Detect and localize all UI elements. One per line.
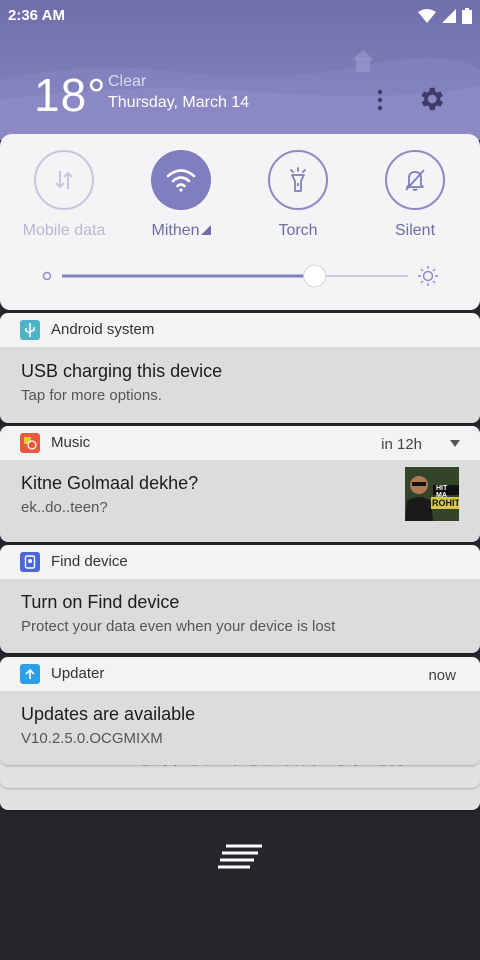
wifi-icon	[166, 169, 196, 192]
usb-icon	[20, 320, 40, 340]
notification-text: Protect your data even when your device …	[21, 618, 336, 635]
tile-silent-label: Silent	[394, 222, 436, 239]
notification-header: Music in 12h	[0, 426, 480, 460]
notification-find-device[interactable]: Find device Turn on Find device Protect …	[0, 545, 480, 653]
notification-time: now	[428, 667, 456, 684]
tile-wifi-ssid: Mithen	[151, 222, 200, 239]
flashlight-icon	[290, 167, 306, 192]
brightness-high-icon	[418, 266, 438, 286]
tile-silent-button[interactable]	[385, 150, 445, 210]
tile-torch[interactable]: Torch	[243, 150, 353, 240]
expand-icon[interactable]	[450, 440, 460, 447]
signal-icon	[442, 9, 456, 23]
tile-wifi-label[interactable]: Mithen	[126, 222, 236, 240]
weather-temperature[interactable]: 18°	[34, 68, 107, 122]
mobile-data-icon	[55, 171, 73, 189]
find-device-icon	[20, 552, 40, 572]
notification-title: Updates are available	[21, 704, 196, 724]
more-vertical-icon[interactable]	[372, 88, 388, 112]
notification-text: V10.2.5.0.OCGMIXM	[21, 730, 163, 747]
tile-wifi[interactable]: Mithen	[126, 150, 236, 240]
notification-app-name: Updater	[51, 665, 105, 682]
tile-wifi-button[interactable]	[151, 150, 211, 210]
notification-text: Tap for more options.	[21, 387, 162, 404]
brightness-thumb[interactable]	[303, 264, 327, 288]
battery-icon	[462, 8, 472, 24]
notification-android-system[interactable]: Android system USB charging this device …	[0, 313, 480, 423]
notification-app-name: Music	[51, 434, 91, 451]
tile-mobile-data-label: Mobile data	[22, 222, 106, 239]
brightness-low-icon	[42, 271, 52, 281]
music-app-icon	[20, 433, 40, 453]
notification-text: ek..do..teen?	[21, 499, 108, 516]
wifi-icon	[418, 9, 436, 23]
notification-header: Updater now	[0, 657, 480, 691]
notification-title: Turn on Find device	[21, 592, 180, 612]
status-icons	[418, 8, 472, 24]
thumbnail-text-top: HIT MA	[436, 485, 448, 499]
weather-condition: Clear	[108, 73, 147, 90]
notification-thumbnail: HIT MA ROHIT S	[405, 467, 459, 521]
tile-mobile-data-button[interactable]	[34, 150, 94, 210]
notification-title: Kitne Golmaal dekhe?	[21, 473, 199, 493]
notification-header: Find device	[0, 545, 480, 579]
status-bar: 2:36 AM	[0, 0, 480, 32]
dropdown-triangle-icon	[200, 225, 211, 235]
quick-settings-panel: Mobile data Mithen Torch Silent	[0, 134, 480, 310]
notification-updater[interactable]: Updater now Updates are available V10.2.…	[0, 657, 480, 765]
tile-torch-button[interactable]	[268, 150, 328, 210]
status-time: 2:36 AM	[8, 7, 65, 24]
thumbnail-text-bottom: ROHIT S	[432, 498, 459, 508]
notification-music[interactable]: Music in 12h Kitne Golmaal dekhe? ek..do…	[0, 426, 480, 542]
bell-off-icon	[405, 169, 425, 191]
weather-date[interactable]: Thursday, March 14	[108, 94, 249, 112]
notification-header: 2:36 AM 18° Clear Thursday, March 14	[0, 0, 480, 140]
notification-title: USB charging this device	[21, 361, 223, 381]
tile-silent[interactable]: Silent	[360, 150, 470, 240]
clear-all-icon[interactable]	[216, 842, 264, 870]
brightness-slider[interactable]	[40, 264, 450, 288]
gear-icon[interactable]	[416, 84, 446, 114]
notification-time: in 12h	[381, 436, 422, 453]
notification-header: Android system	[0, 313, 480, 347]
notification-app-name: Find device	[51, 553, 128, 570]
notification-app-name: Android system	[51, 321, 155, 338]
update-icon	[20, 664, 40, 684]
tile-mobile-data[interactable]: Mobile data	[9, 150, 119, 240]
tile-torch-label: Torch	[278, 222, 318, 239]
